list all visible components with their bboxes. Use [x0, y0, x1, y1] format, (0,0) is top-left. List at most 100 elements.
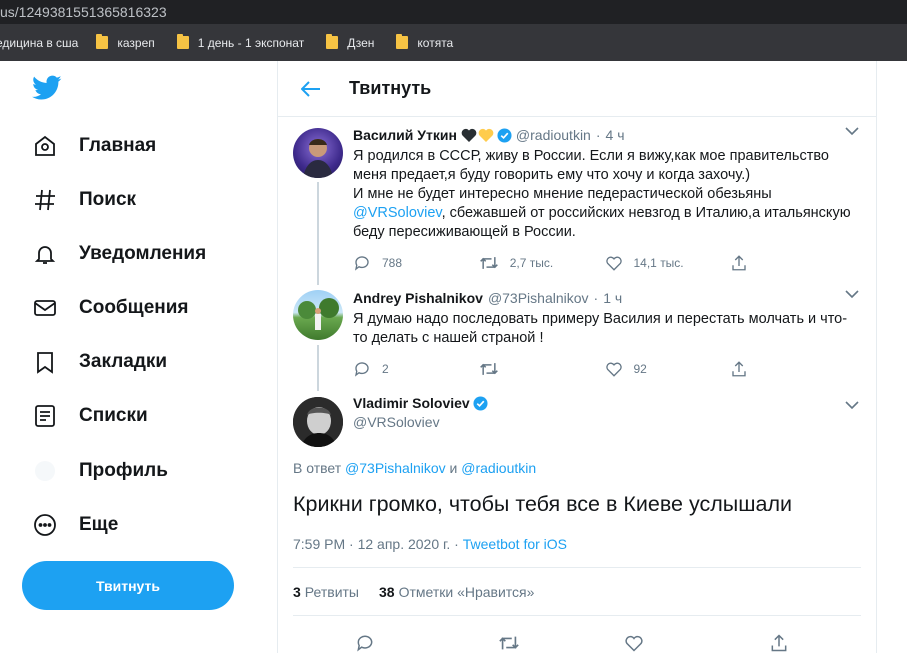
bookmark-label: казреп [117, 35, 155, 50]
like-button[interactable]: 14,1 тыс. [605, 254, 731, 272]
tweet-button[interactable]: Твитнуть [22, 561, 234, 610]
profile-icon [32, 458, 58, 484]
share-icon [732, 255, 746, 271]
thread-tweet[interactable]: Василий Уткин @radioutkin · 4 ч Я родилс… [278, 117, 876, 285]
tweet-time[interactable]: 1 ч [603, 290, 622, 306]
share-button[interactable] [730, 254, 856, 272]
author-handle[interactable]: @73Pishalnikov [488, 290, 589, 306]
chevron-down-icon[interactable] [845, 397, 859, 410]
avatar[interactable] [293, 397, 343, 447]
tweet-text-line: Я родился в СССР, живу в России. Если я … [353, 148, 829, 183]
sidebar-item-more[interactable]: Еще [32, 510, 118, 540]
retweets-count: 3 [293, 583, 301, 600]
sidebar-item-search[interactable]: Поиск [32, 185, 136, 215]
bookmark-label: едицина в сша [0, 35, 79, 50]
bookmark-icon [32, 349, 58, 375]
author-handle[interactable]: @radioutkin [516, 127, 591, 143]
tweet-header: Andrey Pishalnikov @73Pishalnikov · 1 ч [353, 288, 856, 308]
sidebar-item-profile[interactable]: Профиль [32, 456, 168, 486]
retweet-button[interactable] [498, 633, 624, 658]
reply-icon [357, 635, 373, 652]
bookmark-item[interactable]: Дзен [326, 34, 375, 50]
sidebar-item-messages[interactable]: Сообщения [32, 293, 189, 323]
verified-badge-icon [497, 127, 512, 143]
reply-icon [354, 362, 369, 377]
bookmark-item[interactable]: 1 день - 1 экспонат [176, 34, 305, 50]
reply-and: и [449, 460, 458, 476]
bookmark-label: Дзен [347, 35, 375, 50]
like-button[interactable]: 92 [605, 360, 731, 378]
sidebar-item-lists[interactable]: Списки [32, 401, 148, 431]
sidebar-item-bookmarks[interactable]: Закладки [32, 347, 167, 377]
separator-dot: · [595, 127, 601, 143]
like-button[interactable] [624, 633, 769, 658]
reply-button[interactable]: 788 [353, 254, 479, 272]
reply-count: 2 [382, 362, 389, 376]
thread-tweet[interactable]: Andrey Pishalnikov @73Pishalnikov · 1 ч … [278, 283, 876, 391]
more-icon [32, 512, 58, 538]
sidebar-item-label: Поиск [79, 189, 137, 210]
tweet-text: Я думаю надо последовать примеру Василия… [353, 311, 848, 346]
tweet-text-line: @VRSoloviev, сбежавшей от российских нев… [353, 204, 856, 242]
share-button[interactable] [769, 633, 907, 658]
bookmark-item[interactable]: казреп [96, 34, 155, 50]
page-title: Твитнуть [349, 78, 432, 98]
retweet-icon [479, 257, 498, 269]
reply-button[interactable] [355, 633, 498, 658]
reply-button[interactable]: 2 [353, 360, 479, 378]
likes-stat[interactable]: 38 Отметки «Нравится» [379, 584, 534, 600]
mention-link[interactable]: @radioutkin [461, 460, 536, 476]
client-link[interactable]: Tweetbot for iOS [463, 536, 567, 552]
sidebar-item-home[interactable]: Главная [32, 131, 156, 161]
back-arrow-icon[interactable] [300, 78, 322, 100]
page-header: Твитнуть [278, 61, 876, 117]
folder-icon [326, 34, 339, 49]
hashtag-icon [32, 187, 58, 213]
folder-icon [96, 34, 109, 49]
bookmark-label: 1 день - 1 экспонат [197, 35, 305, 50]
author-handle[interactable]: @VRSoloviev [353, 414, 856, 430]
avatar[interactable] [293, 128, 343, 178]
address-bar[interactable]: us/1249381551365816323 [0, 0, 907, 24]
retweets-stat[interactable]: 3 Ретвиты [293, 584, 359, 600]
bookmark-item[interactable]: котята [396, 34, 453, 50]
twitter-logo-icon[interactable] [32, 75, 62, 101]
tweet-actions: 788 2,7 тыс. 14,1 тыс. [353, 246, 856, 280]
heart-icon [605, 256, 622, 271]
tweet-timestamp[interactable]: 7:59 PM · 12 апр. 2020 г. · [293, 536, 459, 552]
share-button[interactable] [730, 360, 856, 378]
sidebar-item-label: Профиль [79, 460, 168, 481]
sidebar-item-label: Сообщения [79, 297, 189, 318]
author-name[interactable]: Vladimir Soloviev [353, 395, 470, 411]
bookmark-item[interactable]: едицина в сша [0, 36, 78, 50]
reply-prefix: В ответ [293, 460, 342, 476]
tweet-actions: 2 92 [353, 352, 856, 386]
focus-tweet-text: Крикни громко, чтобы тебя все в Киеве ус… [293, 492, 793, 516]
author-name[interactable]: Andrey Pishalnikov [353, 290, 483, 306]
author-name[interactable]: Василий Уткин [353, 127, 457, 143]
main-column: Твитнуть Василий Уткин @radioutkin · 4 ч… [277, 61, 877, 653]
retweet-button[interactable] [479, 360, 605, 378]
like-count: 92 [633, 362, 647, 376]
likes-count: 38 [379, 583, 395, 600]
retweet-icon [499, 636, 519, 650]
bell-icon [32, 241, 58, 267]
sidebar-item-label: Еще [79, 514, 119, 535]
sidebar-item-notifications[interactable]: Уведомления [32, 239, 206, 269]
share-icon [771, 634, 787, 652]
tweet-text: Я родился в СССР, живу в России. Если я … [353, 147, 856, 242]
focus-tweet-body: В ответ @73Pishalnikov и @radioutkin Кри… [278, 449, 876, 616]
sidebar-item-label: Главная [79, 135, 157, 156]
tweet-stats: 3 Ретвиты 38 Отметки «Нравится» [293, 567, 861, 616]
focus-tweet: Vladimir Soloviev @VRSoloviev В ответ @7… [278, 389, 876, 653]
mention-link[interactable]: @73Pishalnikov [345, 460, 446, 476]
chevron-down-icon[interactable] [845, 286, 859, 299]
retweet-button[interactable]: 2,7 тыс. [479, 254, 605, 272]
tweet-header: Василий Уткин @radioutkin · 4 ч [353, 125, 856, 145]
home-icon [32, 133, 58, 159]
like-count: 14,1 тыс. [633, 256, 684, 270]
mention-link[interactable]: @VRSoloviev [353, 205, 442, 221]
avatar[interactable] [293, 290, 343, 340]
chevron-down-icon[interactable] [845, 123, 859, 136]
tweet-time[interactable]: 4 ч [606, 127, 625, 143]
